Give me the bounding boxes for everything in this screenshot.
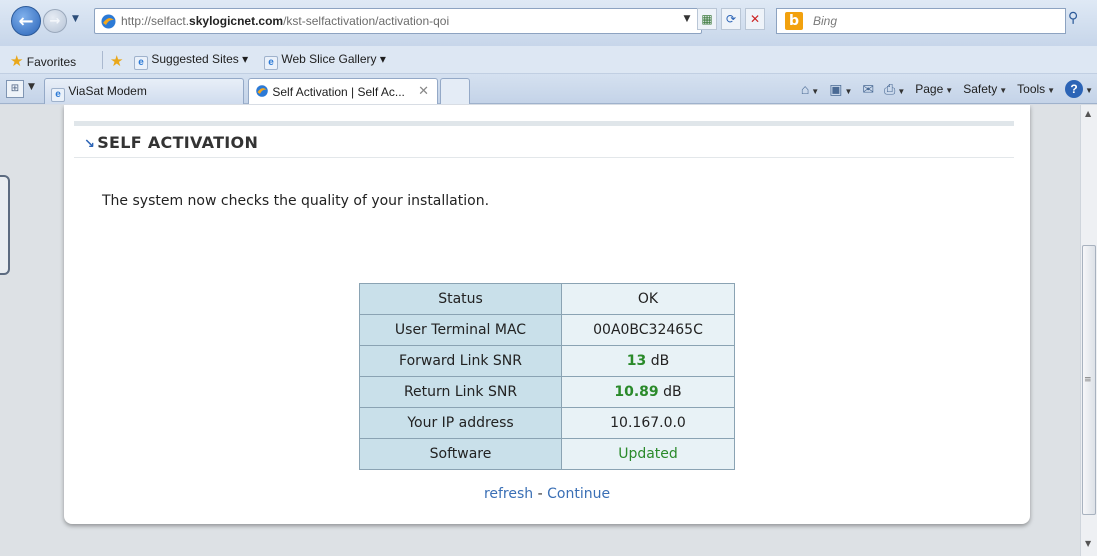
arrow-icon: ↘ — [84, 137, 96, 152]
print-button[interactable]: ⎙ ▼ — [884, 81, 905, 98]
row-label: Status — [359, 283, 562, 315]
forward-icon: → — [49, 13, 61, 29]
side-panel-handle[interactable] — [0, 175, 10, 275]
forward-snr-value: 13 dB — [561, 345, 735, 377]
suggested-sites-link[interactable]: e Suggested Sites ▾ — [134, 52, 248, 70]
help-icon: ? — [1065, 80, 1084, 98]
help-menu[interactable]: ? ▼ — [1065, 80, 1093, 98]
table-row: User Terminal MAC 00A0BC32465C — [359, 314, 735, 346]
search-icon[interactable]: ⚲ — [1068, 10, 1078, 26]
tab-bar: ⊞ ▼ e ViaSat Modem Self Activation | Sel… — [0, 74, 1097, 104]
url-dropdown-button[interactable]: ▼ — [680, 8, 694, 30]
refresh-icon[interactable]: ⟳ — [721, 8, 741, 30]
back-icon: ← — [18, 10, 34, 32]
ie-icon: e — [134, 56, 148, 70]
row-label: User Terminal MAC — [359, 314, 562, 346]
site-icon — [256, 85, 268, 97]
link-separator: - — [533, 486, 548, 502]
forward-snr-number: 13 — [626, 353, 647, 369]
page-menu[interactable]: Page ▼ — [915, 82, 953, 96]
refresh-link[interactable]: refresh — [484, 486, 533, 502]
web-slice-gallery-link[interactable]: e Web Slice Gallery ▾ — [264, 52, 386, 70]
software-value: Updated — [561, 438, 735, 470]
mail-button[interactable]: ✉ — [862, 81, 874, 98]
safety-menu[interactable]: Safety ▼ — [963, 82, 1007, 96]
add-favorite-icon[interactable]: ★ — [110, 52, 123, 70]
back-button[interactable]: ← — [11, 6, 41, 36]
row-label: Forward Link SNR — [359, 345, 562, 377]
ie-icon: e — [264, 56, 278, 70]
url-field[interactable]: http://selfact.skylogicnet.com/kst-selfa… — [94, 8, 702, 34]
table-row: Return Link SNR 10.89 dB — [359, 376, 735, 408]
home-button[interactable]: ⌂ ▼ — [801, 81, 819, 97]
status-table: Status OK User Terminal MAC 00A0BC32465C… — [359, 283, 735, 470]
continue-link[interactable]: Continue — [547, 486, 610, 502]
table-row: Software Updated — [359, 438, 735, 470]
scroll-up-icon[interactable]: ▲ — [1085, 109, 1091, 118]
new-tab-button[interactable] — [440, 78, 470, 104]
snr-unit: dB — [658, 384, 682, 400]
search-input[interactable]: b Bing — [776, 8, 1066, 34]
vertical-scrollbar[interactable]: ▲ ≡ ▼ — [1080, 105, 1097, 556]
close-icon[interactable]: ✕ — [418, 83, 429, 99]
tab-list-dropdown[interactable]: ▼ — [28, 82, 35, 92]
forward-button[interactable]: → — [43, 9, 67, 33]
action-links: refresh - Continue — [64, 486, 1030, 502]
url-text: http://selfact.skylogicnet.com/kst-selfa… — [121, 14, 450, 28]
status-value: OK — [561, 283, 735, 315]
row-label: Return Link SNR — [359, 376, 562, 408]
return-snr-number: 10.89 — [614, 384, 659, 400]
table-row: Status OK — [359, 283, 735, 315]
mail-icon: ✉ — [862, 80, 875, 97]
section-title: ↘ SELF ACTIVATION — [84, 133, 259, 152]
intro-text: The system now checks the quality of you… — [102, 193, 490, 209]
favorites-button[interactable]: ★ Favorites — [10, 52, 76, 70]
return-snr-value: 10.89 dB — [561, 376, 735, 408]
feeds-icon: ▣ — [829, 80, 843, 97]
row-label: Software — [359, 438, 562, 470]
tab-viasat-modem[interactable]: e ViaSat Modem — [44, 78, 244, 104]
mac-value: 00A0BC32465C — [561, 314, 735, 346]
row-label: Your IP address — [359, 407, 562, 439]
tools-menu[interactable]: Tools ▼ — [1017, 82, 1055, 96]
tab-self-activation[interactable]: Self Activation | Self Ac... ✕ — [248, 78, 438, 104]
search-placeholder: Bing — [813, 14, 838, 28]
star-icon: ★ — [10, 53, 24, 70]
history-dropdown[interactable]: ▼ — [72, 14, 79, 24]
content-card: ↘ SELF ACTIVATION The system now checks t… — [64, 105, 1030, 524]
table-row: Your IP address 10.167.0.0 — [359, 407, 735, 439]
favorites-bar: ★ Favorites ★ e Suggested Sites ▾ e Web … — [0, 46, 1097, 74]
ip-value: 10.167.0.0 — [561, 407, 735, 439]
home-icon: ⌂ — [800, 81, 810, 97]
command-bar: ⌂ ▼ ▣ ▼ ✉ ⎙ ▼ Page ▼ Safety ▼ Tools ▼ ? ▼ — [801, 80, 1093, 98]
address-bar: ← → ▼ http://selfact.skylogicnet.com/kst… — [0, 0, 1097, 46]
bing-icon: b — [785, 12, 803, 30]
snr-unit: dB — [646, 353, 670, 369]
ie-icon: e — [51, 88, 65, 102]
divider — [74, 121, 1014, 126]
feeds-button[interactable]: ▣ ▼ — [829, 81, 852, 98]
compatibility-icon[interactable]: ▦ — [697, 8, 717, 30]
scroll-down-icon[interactable]: ▼ — [1085, 539, 1091, 548]
quick-tabs-button[interactable]: ⊞ — [6, 80, 24, 98]
divider — [102, 51, 103, 69]
scrollbar-grip-icon: ≡ — [1084, 375, 1092, 385]
page-viewport: ↘ SELF ACTIVATION The system now checks t… — [0, 105, 1080, 556]
site-icon — [101, 14, 116, 29]
print-icon: ⎙ — [884, 80, 896, 97]
table-row: Forward Link SNR 13 dB — [359, 345, 735, 377]
stop-icon[interactable]: ✕ — [745, 8, 765, 30]
divider — [74, 157, 1014, 158]
